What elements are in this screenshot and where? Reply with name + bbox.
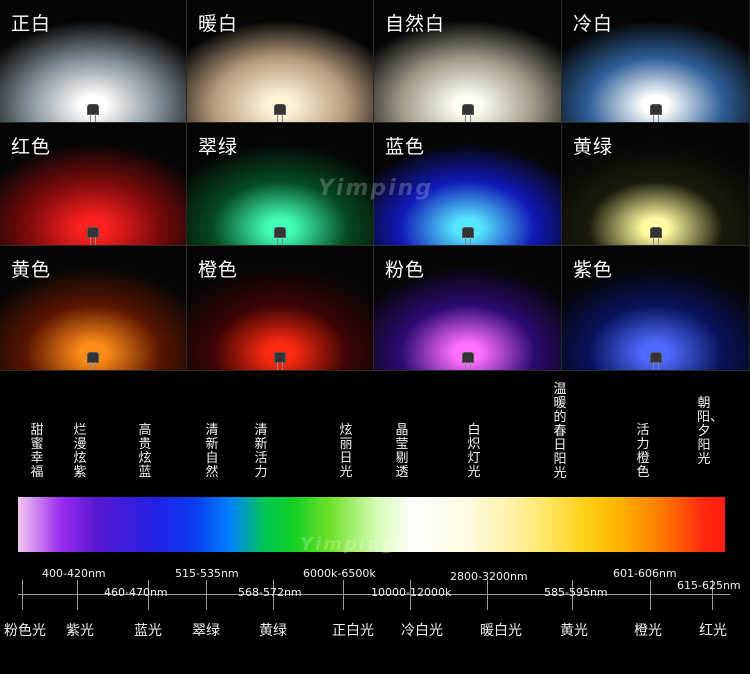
descriptor-label: 炫丽日光	[339, 423, 353, 480]
axis-tick	[206, 580, 207, 610]
tile-label: 翠绿	[198, 136, 239, 158]
color-name-label: 黄绿	[259, 623, 287, 639]
color-name-label: 黄光	[560, 623, 588, 639]
tile-label: 黄绿	[573, 136, 614, 158]
tile-label: 粉色	[385, 259, 426, 281]
descriptor-label: 高贵炫蓝	[138, 423, 152, 480]
range-label: 10000-12000k	[371, 586, 452, 599]
tile-label: 冷白	[573, 13, 614, 35]
led-icon	[462, 353, 473, 370]
color-name-label: 正白光	[332, 623, 374, 639]
descriptor-label: 烂漫炫紫	[73, 423, 87, 480]
descriptor-label: 活力橙色	[636, 423, 650, 480]
axis-tick	[650, 580, 651, 610]
led-icon	[275, 353, 285, 370]
color-name-label: 紫光	[66, 623, 94, 639]
led-tile: 自然白	[374, 0, 562, 123]
range-label: 2800-3200nm	[450, 570, 528, 583]
axis-tick	[77, 580, 78, 610]
tile-label: 橙色	[198, 259, 239, 281]
led-icon	[462, 228, 473, 245]
tile-label: 蓝色	[385, 136, 426, 158]
color-name-label: 橙光	[634, 623, 662, 639]
range-label: 601-606nm	[613, 567, 677, 580]
led-tile: 正白	[0, 0, 187, 123]
color-name-label: 蓝光	[134, 623, 162, 639]
axis-tick	[22, 580, 23, 610]
led-icon	[462, 105, 473, 122]
led-icon	[88, 353, 98, 370]
axis-tick	[487, 580, 488, 610]
led-icon	[275, 105, 285, 122]
led-tile: 紫色	[562, 246, 750, 371]
tile-label: 自然白	[385, 13, 446, 35]
tile-label: 黄色	[11, 259, 52, 281]
led-tile: 冷白	[562, 0, 750, 123]
range-label: 585-595nm	[544, 586, 608, 599]
led-icon	[88, 105, 98, 122]
color-name-label: 冷白光	[401, 623, 443, 639]
led-tile: 暖白	[187, 0, 374, 123]
color-name-label: 粉色光	[4, 623, 46, 639]
descriptor-label: 晶莹剔透	[395, 423, 409, 480]
range-label: 615-625nm	[677, 579, 741, 592]
color-name-label: 红光	[699, 623, 727, 639]
descriptor-label: 朝阳、夕阳光	[697, 396, 724, 467]
led-icon	[650, 353, 661, 370]
color-name-label: 翠绿	[192, 623, 220, 639]
descriptor-label: 清新活力	[254, 423, 268, 480]
spectrum-gradient-bar	[18, 497, 725, 552]
range-label: 6000k-6500k	[303, 567, 376, 580]
led-tile: 翠绿	[187, 123, 374, 246]
led-tile: 黄绿	[562, 123, 750, 246]
descriptor-label: 温暖的春日阳光	[553, 382, 567, 481]
led-tile: 红色	[0, 123, 187, 246]
range-label: 400-420nm	[42, 567, 106, 580]
led-tile: 橙色	[187, 246, 374, 371]
range-label: 515-535nm	[175, 567, 239, 580]
led-icon	[88, 228, 98, 245]
color-name-label: 暖白光	[480, 623, 522, 639]
axis-tick	[343, 580, 344, 610]
led-icon	[275, 228, 285, 245]
range-label: 460-470nm	[104, 586, 168, 599]
range-label: 568-572nm	[238, 586, 302, 599]
led-tile: 粉色	[374, 246, 562, 371]
led-tile: 蓝色	[374, 123, 562, 246]
descriptor-label: 甜蜜幸福	[30, 423, 44, 480]
tile-label: 紫色	[573, 259, 614, 281]
led-tile: 黄色	[0, 246, 187, 371]
tile-label: 暖白	[198, 13, 239, 35]
spectrum-panel: 甜蜜幸福 烂漫炫紫 高贵炫蓝 清新自然 清新活力 炫丽日光 晶莹剔透 白炽灯光 …	[0, 371, 750, 674]
tile-label: 正白	[11, 13, 52, 35]
descriptor-label: 白炽灯光	[467, 423, 481, 480]
led-color-grid: 正白 暖白 自然白 冷白 红色 翠绿 蓝色 黄绿 黄色 橙色 粉色 紫色	[0, 0, 750, 371]
tile-label: 红色	[11, 136, 52, 158]
led-icon	[650, 228, 661, 245]
led-icon	[650, 105, 661, 122]
descriptor-label: 清新自然	[205, 423, 219, 480]
